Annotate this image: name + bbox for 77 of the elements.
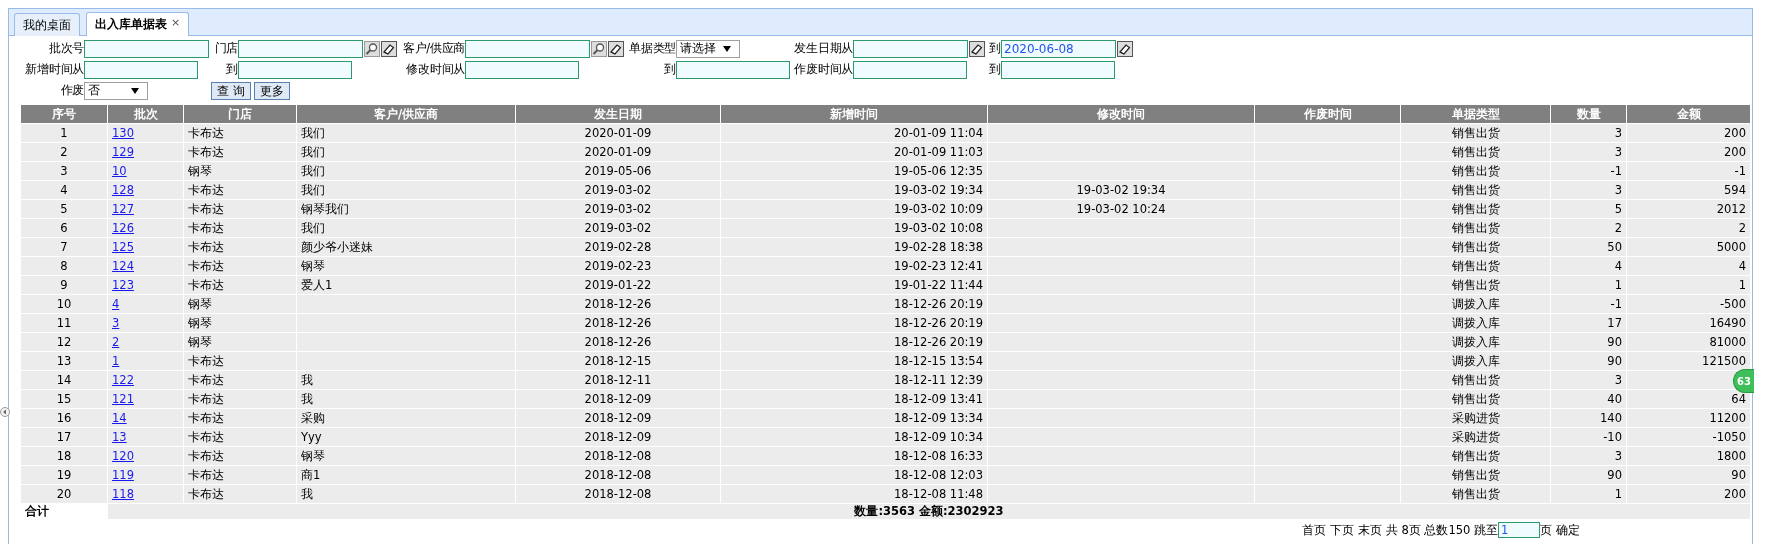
field-label: 到 xyxy=(225,62,238,77)
batch-link[interactable]: 14 xyxy=(112,411,127,425)
batch-link[interactable]: 121 xyxy=(112,392,134,406)
column-header: 新增时间 xyxy=(720,104,988,124)
batch-link[interactable]: 120 xyxy=(112,449,134,463)
batch-link[interactable]: 123 xyxy=(112,278,134,292)
field-label: 新增时间从 xyxy=(24,62,84,77)
column-header: 金额 xyxy=(1626,104,1751,124)
column-header: 发生日期 xyxy=(515,104,721,124)
column-header: 修改时间 xyxy=(987,104,1255,124)
column-header: 作废时间 xyxy=(1254,104,1401,124)
field-label: 发生日期从 xyxy=(793,41,853,56)
field-label: 作废时间从 xyxy=(793,62,853,77)
batch-link[interactable]: 10 xyxy=(112,164,127,178)
query-button[interactable]: 更多 xyxy=(253,81,290,100)
column-header: 批次 xyxy=(107,104,184,124)
input-field[interactable] xyxy=(238,39,363,58)
caret-icon xyxy=(723,45,731,52)
batch-link[interactable]: 119 xyxy=(112,468,134,482)
column-header: 门店 xyxy=(183,104,297,124)
field-label: 客户/供应商 xyxy=(401,41,465,56)
eraser-icon[interactable] xyxy=(969,40,985,57)
input-field[interactable] xyxy=(465,39,590,58)
batch-link[interactable]: 128 xyxy=(112,183,134,197)
pager-link[interactable]: 下页 xyxy=(1329,522,1354,538)
batch-link[interactable]: 129 xyxy=(112,145,134,159)
field-label: 单据类型 xyxy=(628,41,676,56)
pager-link[interactable]: 末页 xyxy=(1357,522,1382,538)
input-field[interactable] xyxy=(84,39,209,58)
batch-link[interactable]: 127 xyxy=(112,202,134,216)
dropdown[interactable]: 请选择 xyxy=(676,39,740,58)
input-field[interactable]: 2020-06-08 xyxy=(1001,39,1116,58)
search-icon[interactable] xyxy=(591,40,607,57)
column-header: 序号 xyxy=(20,104,108,124)
input-field[interactable] xyxy=(853,60,967,79)
batch-link[interactable]: 2 xyxy=(112,335,120,349)
input-field[interactable] xyxy=(238,60,352,79)
batch-link[interactable]: 125 xyxy=(112,240,134,254)
field-label: 批次号 xyxy=(47,41,84,56)
tab[interactable]: 我的桌面 xyxy=(14,13,80,36)
field-label: 到 xyxy=(988,41,1001,56)
column-header: 单据类型 xyxy=(1400,104,1551,124)
batch-link[interactable]: 118 xyxy=(112,487,134,501)
eraser-icon[interactable] xyxy=(381,40,397,57)
batch-link[interactable]: 126 xyxy=(112,221,134,235)
page-input[interactable]: 1 xyxy=(1498,522,1540,538)
batch-link[interactable]: 124 xyxy=(112,259,134,273)
field-label: 作废 xyxy=(59,83,84,98)
input-field[interactable] xyxy=(1001,60,1115,79)
search-icon[interactable] xyxy=(364,40,380,57)
field-label: 门店 xyxy=(213,41,238,56)
batch-link[interactable]: 3 xyxy=(112,316,120,330)
confirm-link[interactable]: 确定 xyxy=(1556,522,1580,538)
close-icon[interactable]: × xyxy=(171,16,181,36)
input-field[interactable] xyxy=(84,60,198,79)
batch-link[interactable]: 1 xyxy=(112,354,120,368)
batch-link[interactable]: 4 xyxy=(112,297,120,311)
batch-link[interactable]: 13 xyxy=(112,430,127,444)
page-info: 共 8页 总数150 跳至 xyxy=(1385,522,1498,538)
batch-link[interactable]: 130 xyxy=(112,126,134,140)
input-field[interactable] xyxy=(853,39,968,58)
column-header: 客户/供应商 xyxy=(296,104,516,124)
field-label: 修改时间从 xyxy=(405,62,465,77)
pager-link[interactable]: 首页 xyxy=(1301,522,1326,538)
dropdown[interactable]: 否 xyxy=(84,81,148,100)
input-field[interactable] xyxy=(676,60,790,79)
eraser-icon[interactable] xyxy=(1117,40,1133,57)
caret-icon xyxy=(131,87,139,94)
field-label: 到 xyxy=(663,62,676,77)
eraser-icon[interactable] xyxy=(608,40,624,57)
field-label: 到 xyxy=(988,62,1001,77)
page-suffix: 页 xyxy=(1540,522,1552,538)
tab[interactable]: 出入库单据表 × xyxy=(86,12,190,36)
batch-link[interactable]: 122 xyxy=(112,373,134,387)
query-button[interactable]: 查 询 xyxy=(211,81,251,100)
input-field[interactable] xyxy=(465,60,579,79)
column-header: 数量 xyxy=(1550,104,1627,124)
